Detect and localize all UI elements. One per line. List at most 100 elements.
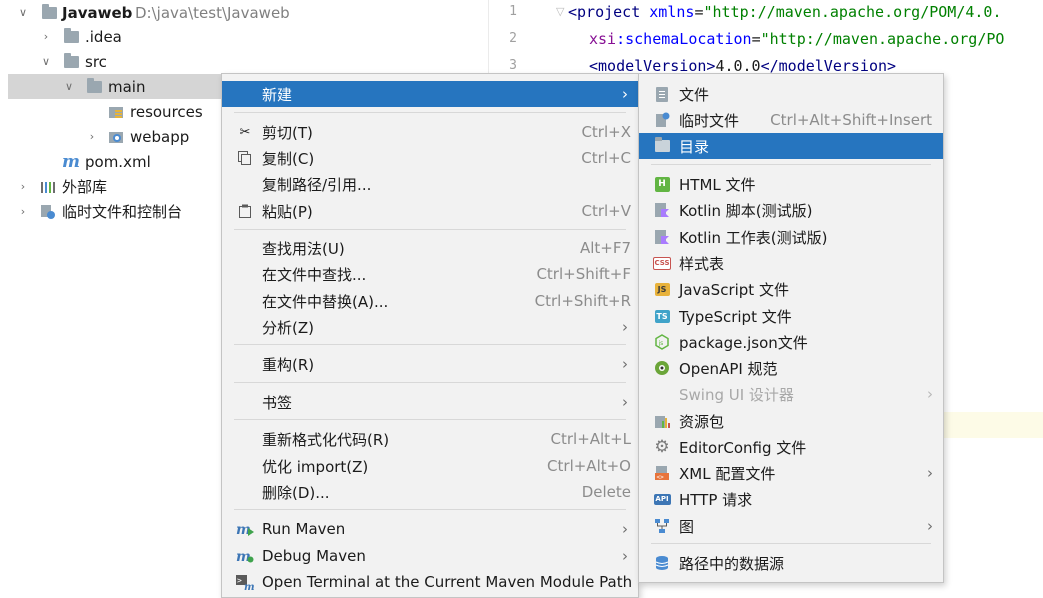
tree-item-label: resources <box>130 102 203 121</box>
submenu-item-kotlin-script[interactable]: Kotlin 脚本(测试版) <box>639 197 943 223</box>
api-icon: API <box>653 493 671 505</box>
menu-item-cut[interactable]: ✂ 剪切(T) Ctrl+X <box>222 119 638 145</box>
folder-icon <box>63 27 79 45</box>
scratch-file-icon <box>653 111 671 129</box>
submenu-item-scratch-file[interactable]: 临时文件 Ctrl+Alt+Shift+Insert <box>639 107 943 133</box>
tree-item-label: webapp <box>130 127 190 146</box>
menu-item-find-in-files[interactable]: 在文件中查找... Ctrl+Shift+F <box>222 261 638 287</box>
menu-item-analyze[interactable]: 分析(Z) › <box>222 314 638 340</box>
tree-item-label: Javaweb <box>62 3 133 22</box>
menu-item-debug-maven[interactable]: m Debug Maven › <box>222 543 638 569</box>
chevron-right-icon: › <box>622 355 628 373</box>
menu-item-find-usages[interactable]: 查找用法(U) Alt+F7 <box>222 235 638 261</box>
menu-item-run-maven[interactable]: m Run Maven › <box>222 516 638 542</box>
menu-item-optimize-imports[interactable]: 优化 import(Z) Ctrl+Alt+O <box>222 453 638 479</box>
svg-text:>: > <box>237 576 242 585</box>
javascript-file-icon: JS <box>653 280 671 298</box>
menu-item-copy[interactable]: 复制(C) Ctrl+C <box>222 145 638 171</box>
chevron-right-icon: › <box>622 393 628 411</box>
typescript-file-icon: TS <box>654 309 670 323</box>
menu-item-delete[interactable]: 删除(D)... Delete <box>222 479 638 505</box>
line-number: 3 <box>509 58 517 73</box>
submenu-item-editorconfig[interactable]: ⚙ EditorConfig 文件 <box>639 434 943 460</box>
file-icon <box>653 85 671 103</box>
tree-item-idea[interactable]: › .idea <box>8 24 488 49</box>
folder-icon <box>86 77 102 95</box>
submenu-item-directory[interactable]: 目录 <box>639 133 943 159</box>
chevron-down-icon[interactable]: ∨ <box>64 80 74 93</box>
chevron-right-icon[interactable]: › <box>18 205 28 218</box>
submenu-item-diagram[interactable]: 图 › <box>639 513 943 539</box>
resource-bundle-icon <box>653 412 671 430</box>
menu-separator <box>234 509 626 510</box>
tree-item-label: .idea <box>85 27 122 46</box>
run-maven-icon: m <box>236 520 254 538</box>
line-number: 1 <box>509 4 517 19</box>
chevron-right-icon[interactable]: › <box>18 180 28 193</box>
submenu-item-http-request[interactable]: API HTTP 请求 <box>639 486 943 512</box>
submenu-item-file[interactable]: 文件 <box>639 81 943 107</box>
context-menu: 新建 › ✂ 剪切(T) Ctrl+X 复制(C) Ctrl+C 复制路径/引用… <box>221 73 639 598</box>
menu-item-new[interactable]: 新建 › <box>222 81 638 107</box>
kotlin-script-icon <box>653 201 671 219</box>
submenu-item-swing-ui: Swing UI 设计器 › <box>679 385 933 404</box>
tree-item-label: src <box>85 52 107 71</box>
chevron-right-icon: › <box>622 85 628 103</box>
chevron-right-icon[interactable]: › <box>41 30 51 43</box>
submenu-item-xml-config[interactable]: <> XML 配置文件 › <box>639 460 943 486</box>
code-line-2: xsi:schemaLocation="http://maven.apache.… <box>589 30 1005 48</box>
tree-item-label: 外部库 <box>62 178 108 196</box>
chevron-down-icon[interactable]: ∨ <box>18 6 28 19</box>
line-number: 2 <box>509 31 517 46</box>
copy-icon <box>236 149 254 167</box>
module-folder-icon <box>41 3 57 21</box>
submenu-item-stylesheet[interactable]: CSS 样式表 <box>639 250 943 276</box>
chevron-right-icon: › <box>622 318 628 336</box>
resources-folder-icon <box>108 104 124 120</box>
chevron-right-icon[interactable]: › <box>87 130 97 143</box>
tree-item-javaweb[interactable]: ∨ Javaweb D:\java\test\Javaweb <box>8 0 488 25</box>
fold-icon[interactable]: ▽ <box>556 5 564 18</box>
library-icon <box>40 179 56 195</box>
chevron-right-icon: › <box>927 385 933 403</box>
submenu-item-html[interactable]: H HTML 文件 <box>639 171 943 197</box>
menu-separator <box>234 344 626 345</box>
tree-item-src[interactable]: ∨ src <box>8 49 488 74</box>
kotlin-worksheet-icon <box>653 228 671 246</box>
submenu-item-package-json[interactable]: js package.json文件 <box>639 329 943 355</box>
chevron-down-icon[interactable]: ∨ <box>41 55 51 68</box>
submenu-item-javascript[interactable]: JS JavaScript 文件 <box>639 276 943 302</box>
svg-text:js: js <box>658 340 664 347</box>
tree-item-label: main <box>108 77 146 96</box>
maven-file-icon: m <box>62 151 80 172</box>
terminal-maven-icon: > m <box>236 573 254 591</box>
submenu-item-openapi[interactable]: OpenAPI 规范 <box>639 355 943 381</box>
menu-item-refactor[interactable]: 重构(R) › <box>222 351 638 377</box>
menu-item-reformat-code[interactable]: 重新格式化代码(R) Ctrl+Alt+L <box>222 426 638 452</box>
tree-item-path: D:\java\test\Javaweb <box>135 3 290 22</box>
svg-text:m: m <box>244 582 254 590</box>
debug-maven-icon: m <box>236 547 254 565</box>
tree-item-label: pom.xml <box>85 152 151 171</box>
submenu-item-data-source[interactable]: 路径中的数据源 <box>639 550 943 576</box>
folder-icon <box>63 52 79 70</box>
xml-file-icon: <> <box>653 464 671 482</box>
menu-separator <box>234 229 626 230</box>
menu-item-copy-path[interactable]: 复制路径/引用... <box>222 171 638 197</box>
scratches-icon <box>40 204 56 220</box>
submenu-item-kotlin-worksheet[interactable]: Kotlin 工作表(测试版) <box>639 224 943 250</box>
new-submenu: 文件 临时文件 Ctrl+Alt+Shift+Insert 目录 H HTML … <box>638 73 944 583</box>
editor-highlight-strip <box>942 412 1043 438</box>
chevron-right-icon: › <box>622 547 628 565</box>
chevron-right-icon: › <box>622 520 628 538</box>
menu-item-open-terminal[interactable]: > m Open Terminal at the Current Maven Mo… <box>222 569 638 595</box>
menu-item-bookmarks[interactable]: 书签 › <box>222 389 638 415</box>
menu-item-paste[interactable]: 粘贴(P) Ctrl+V <box>222 198 638 224</box>
html-file-icon: H <box>653 175 671 193</box>
submenu-item-typescript[interactable]: TS TypeScript 文件 <box>639 303 943 329</box>
submenu-item-resource-bundle[interactable]: 资源包 <box>639 408 943 434</box>
menu-item-replace-in-files[interactable]: 在文件中替换(A)... Ctrl+Shift+R <box>222 288 638 314</box>
menu-separator <box>651 164 931 165</box>
code-line-1: <project xmlns="http://maven.apache.org/… <box>568 3 1002 21</box>
folder-icon <box>653 137 671 155</box>
